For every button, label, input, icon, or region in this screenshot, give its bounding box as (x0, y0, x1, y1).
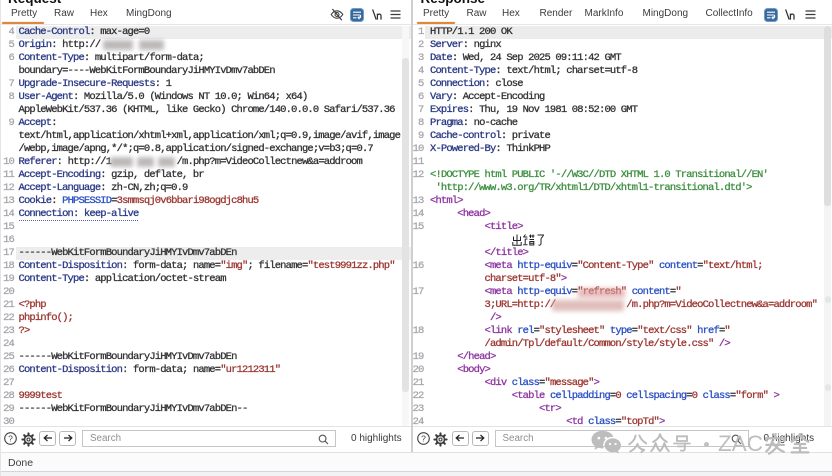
svg-text:?: ? (8, 433, 13, 443)
svg-text:?: ? (421, 433, 426, 443)
